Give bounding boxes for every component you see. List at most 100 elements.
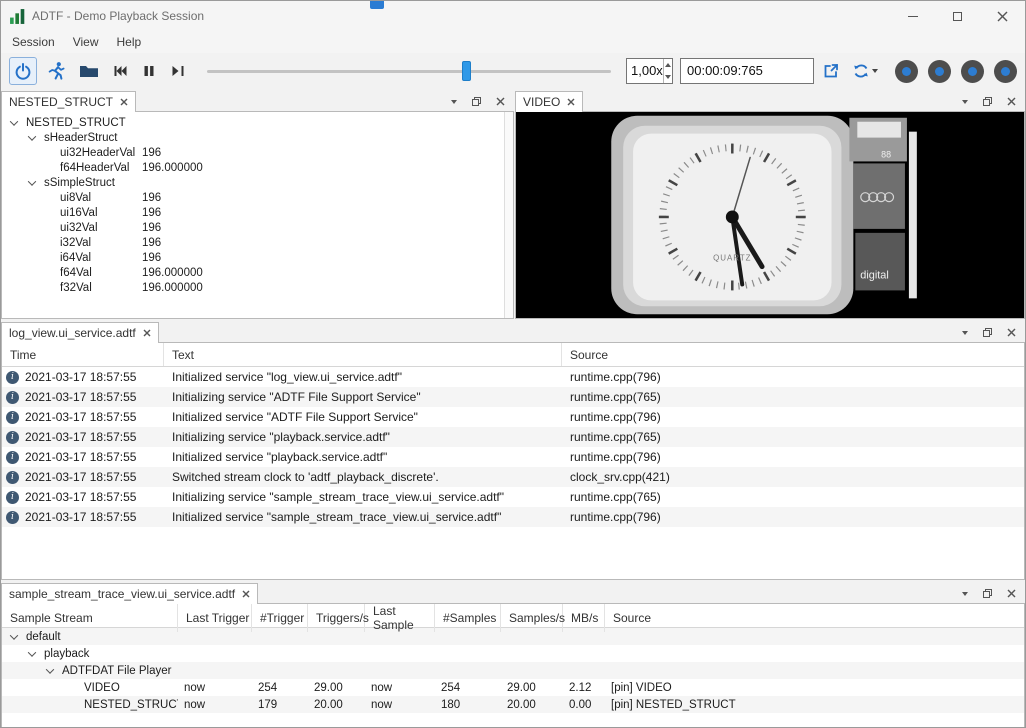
column-header-num-samples[interactable]: #Samples [435, 604, 501, 632]
tab-close-icon[interactable] [242, 590, 250, 598]
column-header-samples-s[interactable]: Samples/s [501, 604, 563, 632]
detach-view-button[interactable] [819, 57, 843, 85]
title-bar: ADTF - Demo Playback Session [1, 1, 1025, 31]
menu-view[interactable]: View [64, 33, 108, 51]
column-header-stream[interactable]: Sample Stream [2, 604, 178, 632]
repeat-icon [852, 62, 870, 80]
run-button[interactable] [42, 57, 70, 85]
skip-to-start-button[interactable] [108, 57, 132, 85]
float-panel-icon[interactable] [471, 96, 482, 107]
info-icon: i [6, 391, 19, 404]
tab-log-view[interactable]: log_view.ui_service.adtf [1, 322, 159, 343]
panel-menu-icon[interactable] [962, 592, 968, 596]
info-icon: i [6, 451, 19, 464]
column-header-mbs[interactable]: MB/s [563, 604, 605, 632]
tab-close-icon[interactable] [567, 98, 575, 106]
float-panel-icon[interactable] [982, 327, 993, 338]
tree-row[interactable]: i64Val196 [2, 250, 513, 265]
tree-row[interactable]: sHeaderStruct [2, 130, 513, 145]
tree-row[interactable]: NESTED_STRUCT [2, 115, 513, 130]
menu-session[interactable]: Session [3, 33, 64, 51]
playback-slider[interactable] [207, 57, 611, 85]
column-header-num-trigger[interactable]: #Trigger [252, 604, 308, 632]
log-row[interactable]: i2021-03-17 18:57:55Initialized service … [2, 407, 1024, 427]
log-row[interactable]: i2021-03-17 18:57:55Initializing service… [2, 487, 1024, 507]
expander-icon[interactable] [28, 132, 36, 140]
minimize-button[interactable] [890, 1, 935, 31]
vertical-scrollbar[interactable] [504, 112, 513, 318]
tab-close-icon[interactable] [143, 329, 151, 337]
tree-row[interactable]: f64HeaderVal196.000000 [2, 160, 513, 175]
adtf-logo-icon [9, 8, 26, 25]
loop-mode-button[interactable] [848, 57, 882, 85]
tree-row[interactable]: ui16Val196 [2, 205, 513, 220]
panel-close-icon[interactable] [1007, 328, 1016, 337]
tree-row[interactable]: ui32HeaderVal196 [2, 145, 513, 160]
log-row[interactable]: i2021-03-17 18:57:55Initialized service … [2, 507, 1024, 527]
marker-button-3[interactable] [961, 60, 984, 83]
tree-row[interactable]: sSimpleStruct [2, 175, 513, 190]
column-header-source[interactable]: Source [605, 604, 1024, 632]
expander-icon[interactable] [10, 117, 18, 125]
trace-stream-row[interactable]: VIDEO now 254 29.00 now 254 29.00 2.12 [… [2, 679, 1024, 696]
log-row[interactable]: i2021-03-17 18:57:55Initialized service … [2, 367, 1024, 387]
column-header-source[interactable]: Source [562, 343, 1024, 366]
expander-icon[interactable] [28, 648, 36, 656]
tree-value: 196 [142, 147, 161, 159]
skip-to-end-button[interactable] [166, 57, 190, 85]
tab-close-icon[interactable] [120, 98, 128, 106]
close-button[interactable] [980, 1, 1025, 31]
trace-stream-row[interactable]: NESTED_STRUCT now 179 20.00 now 180 20.0… [2, 696, 1024, 713]
panel-menu-icon[interactable] [962, 100, 968, 104]
column-header-triggers-s[interactable]: Triggers/s [308, 604, 365, 632]
speed-up-button[interactable] [664, 59, 672, 71]
speed-down-button[interactable] [664, 71, 672, 83]
tree-row[interactable]: i32Val196 [2, 235, 513, 250]
log-row[interactable]: i2021-03-17 18:57:55Initialized service … [2, 447, 1024, 467]
float-panel-icon[interactable] [982, 588, 993, 599]
maximize-icon [953, 12, 962, 21]
power-toggle-button[interactable] [9, 57, 37, 85]
marker-button-4[interactable] [994, 60, 1017, 83]
maximize-button[interactable] [935, 1, 980, 31]
expander-icon[interactable] [10, 631, 18, 639]
tree-row[interactable]: ui8Val196 [2, 190, 513, 205]
speed-combobox[interactable]: 1,00x [626, 58, 673, 84]
pause-button[interactable] [137, 57, 161, 85]
panel-close-icon[interactable] [496, 97, 505, 106]
skip-end-icon [170, 63, 186, 79]
tree-label: ui16Val [60, 207, 98, 219]
panel-menu-icon[interactable] [962, 331, 968, 335]
marker-button-2[interactable] [928, 60, 951, 83]
log-row[interactable]: i2021-03-17 18:57:55Initializing service… [2, 427, 1024, 447]
expander-icon[interactable] [28, 177, 36, 185]
open-session-button[interactable] [75, 57, 103, 85]
tab-video[interactable]: VIDEO [515, 91, 583, 112]
video-frame-clock: QUARTZ 88 digital [516, 112, 1024, 318]
menu-help[interactable]: Help [108, 33, 151, 51]
float-panel-icon[interactable] [982, 96, 993, 107]
column-header-last-trigger[interactable]: Last Trigger [178, 604, 252, 632]
time-display-field[interactable]: 00:00:09:765 [680, 58, 814, 84]
log-row[interactable]: i2021-03-17 18:57:55Initializing service… [2, 387, 1024, 407]
panel-close-icon[interactable] [1007, 589, 1016, 598]
column-header-last-sample[interactable]: Last Sample [365, 604, 435, 632]
column-header-text[interactable]: Text [164, 343, 562, 366]
trace-group-row[interactable]: playback [2, 645, 1024, 662]
trace-group-row[interactable]: ADTFDAT File Player [2, 662, 1024, 679]
expander-icon[interactable] [46, 665, 54, 673]
nested-struct-panel: NESTED_STRUCT NESTED_STRUCT sHeaderStruc… [1, 89, 514, 319]
column-header-time[interactable]: Time [2, 343, 164, 366]
tree-row[interactable]: f64Val196.000000 [2, 265, 513, 280]
panel-close-icon[interactable] [1007, 97, 1016, 106]
tree-row[interactable]: ui32Val196 [2, 220, 513, 235]
tab-trace-view[interactable]: sample_stream_trace_view.ui_service.adtf [1, 583, 258, 604]
tree-row[interactable]: f32Val196.000000 [2, 280, 513, 295]
playback-slider-handle[interactable] [462, 61, 471, 81]
tree-value: 196.000000 [142, 267, 203, 279]
marker-button-1[interactable] [895, 60, 918, 83]
panel-menu-icon[interactable] [451, 100, 457, 104]
tab-nested-struct[interactable]: NESTED_STRUCT [1, 91, 136, 112]
log-row[interactable]: i2021-03-17 18:57:55Switched stream cloc… [2, 467, 1024, 487]
slider-track[interactable] [207, 70, 611, 73]
